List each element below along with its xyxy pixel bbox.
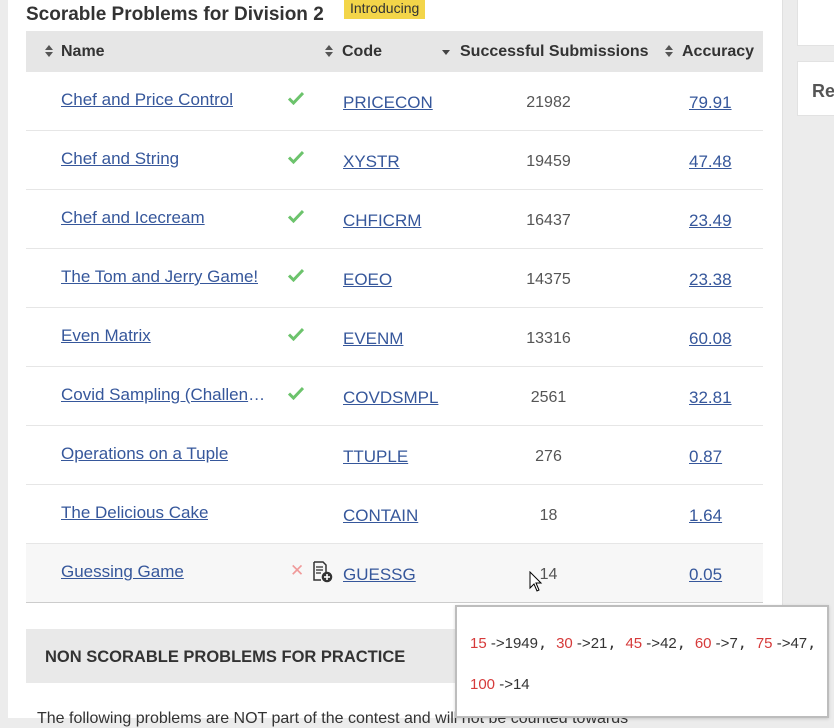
document-add-icon[interactable] (312, 561, 334, 583)
check-icon (288, 327, 304, 341)
check-icon (288, 91, 304, 105)
tooltip-separator: , (607, 634, 626, 652)
sort-icon[interactable] (324, 44, 334, 58)
table-row: Guessing Game ✕ GUESSG 14 0.05 (26, 544, 763, 603)
cross-icon: ✕ (290, 561, 305, 580)
tooltip-separator: , (807, 634, 817, 652)
successful-submissions-count: 18 (539, 507, 558, 524)
tooltip-line: 15 ->1949, 30 ->21, 45 ->42, 60 ->7, 75 … (470, 634, 816, 652)
problem-name-link[interactable]: Chef and Price Control (61, 90, 233, 110)
tooltip-value: 7 (729, 635, 738, 652)
accuracy-link[interactable]: 0.87 (689, 447, 722, 467)
problem-code-link[interactable]: TTUPLE (343, 447, 408, 467)
table-row: Even Matrix EVENM 13316 60.08 (26, 308, 763, 367)
problem-name-link[interactable]: Operations on a Tuple (61, 444, 228, 464)
tooltip-key: 100 (470, 676, 496, 693)
accuracy-link[interactable]: 60.08 (689, 329, 732, 349)
problem-name-link[interactable]: Covid Sampling (Challenge) (61, 385, 269, 405)
problem-name-link[interactable]: Chef and String (61, 149, 179, 169)
problem-name-link[interactable]: Guessing Game (61, 562, 184, 582)
problem-code-link[interactable]: PRICECON (343, 93, 433, 113)
tooltip-separator: , (737, 634, 756, 652)
problem-code-link[interactable]: XYSTR (343, 152, 400, 172)
problem-name-link[interactable]: Even Matrix (61, 326, 151, 346)
tooltip-arrow: -> (711, 635, 730, 652)
accuracy-link[interactable]: 32.81 (689, 388, 732, 408)
tooltip-arrow: -> (486, 635, 505, 652)
problem-code-link[interactable]: GUESSG (343, 565, 416, 585)
successful-submissions-count: 16437 (526, 212, 571, 229)
problem-code-link[interactable]: COVDSMPL (343, 388, 438, 408)
problem-code-link[interactable]: CHFICRM (343, 211, 421, 231)
table-row: The Delicious Cake CONTAIN 18 1.64 (26, 485, 763, 544)
accuracy-link[interactable]: 23.49 (689, 211, 732, 231)
accuracy-link[interactable]: 23.38 (689, 270, 732, 290)
check-icon (288, 150, 304, 164)
accuracy-link[interactable]: 1.64 (689, 506, 722, 526)
successful-submissions-count: 13316 (526, 330, 571, 347)
tooltip-key: 15 (470, 635, 487, 652)
tooltip-line: 100 ->14 (470, 676, 530, 693)
table-row: Chef and Price Control PRICECON 21982 79.91 (26, 72, 763, 131)
column-header-name[interactable]: Name (61, 43, 105, 61)
sort-desc-icon[interactable] (441, 48, 451, 56)
successful-submissions-count: 21982 (526, 94, 571, 111)
problem-name-link[interactable]: The Delicious Cake (61, 503, 208, 523)
tooltip-key: 75 (755, 635, 773, 652)
tooltip-key: 60 (694, 635, 712, 652)
successful-submissions-count: 19459 (526, 153, 571, 170)
table-row: Chef and Icecream CHFICRM 16437 23.49 (26, 190, 763, 249)
table-row: The Tom and Jerry Game! EOEO 14375 23.38 (26, 249, 763, 308)
problem-name-link[interactable]: Chef and Icecream (61, 208, 205, 228)
table-row: Covid Sampling (Challenge) COVDSMPL 2561 32… (26, 367, 763, 426)
problem-code-link[interactable]: EOEO (343, 270, 392, 290)
accuracy-link[interactable]: 47.48 (689, 152, 732, 172)
tooltip-value: 42 (660, 635, 677, 652)
successful-submissions-count: 14 (539, 566, 558, 583)
side-widget (797, 0, 834, 46)
accuracy-link[interactable]: 0.05 (689, 565, 722, 585)
tooltip-key: 45 (625, 635, 643, 652)
check-icon (288, 268, 304, 282)
table-row: Chef and String XYSTR 19459 47.48 (26, 131, 763, 190)
section-title: NON SCORABLE PROBLEMS FOR PRACTICE (45, 648, 406, 666)
problem-code-link[interactable]: EVENM (343, 329, 403, 349)
sort-icon[interactable] (664, 44, 674, 58)
successful-submissions-count: 14375 (526, 271, 571, 288)
sort-icon[interactable] (44, 44, 54, 58)
tooltip-value: 1949 (504, 635, 538, 652)
table-row: Operations on a Tuple TTUPLE 276 0.87 (26, 426, 763, 485)
column-header-code[interactable]: Code (342, 43, 382, 61)
column-header-accuracy[interactable]: Accuracy (682, 43, 754, 61)
successful-submissions-count: 2561 (530, 389, 567, 406)
mouse-cursor-icon (529, 571, 543, 592)
page-title: Scorable Problems for Division 2 (26, 4, 324, 25)
tooltip-arrow: -> (495, 676, 513, 693)
tooltip-value: 47 (790, 635, 808, 652)
tooltip-arrow: -> (642, 635, 661, 652)
tooltip-value: 14 (512, 676, 530, 693)
tooltip-value: 21 (590, 635, 608, 652)
check-icon (288, 386, 304, 400)
tooltip-separator: , (676, 634, 695, 652)
side-widget-heading: Re (797, 61, 834, 116)
check-icon (288, 209, 304, 223)
introducing-badge: Introducing (344, 0, 426, 19)
table-header: Name Code Successful Submissions Accurac… (26, 31, 763, 72)
column-header-successful-submissions[interactable]: Successful Submissions (460, 43, 649, 61)
submissions-tooltip: 15 ->1949, 30 ->21, 45 ->42, 60 ->7, 75 … (455, 605, 829, 718)
accuracy-link[interactable]: 79.91 (689, 93, 732, 113)
problem-name-link[interactable]: The Tom and Jerry Game! (61, 267, 258, 287)
tooltip-separator: , (538, 634, 557, 652)
tooltip-key: 30 (556, 635, 573, 652)
successful-submissions-count: 276 (535, 448, 562, 465)
tooltip-arrow: -> (572, 635, 591, 652)
problem-code-link[interactable]: CONTAIN (343, 506, 418, 526)
tooltip-arrow: -> (772, 635, 791, 652)
